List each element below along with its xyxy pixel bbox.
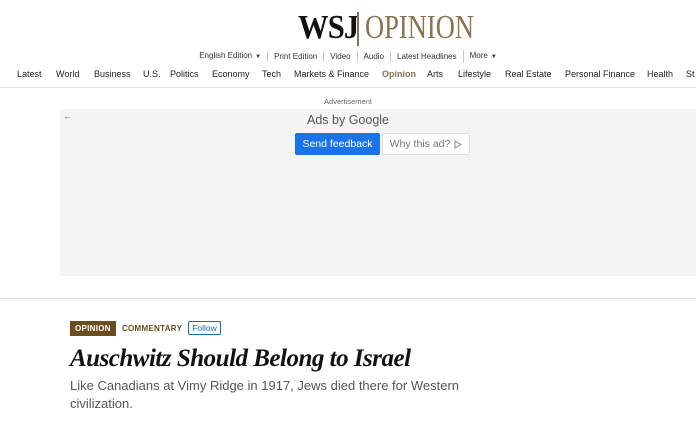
more-menu[interactable]: More ▼ [462, 49, 503, 63]
logo-divider [357, 12, 359, 46]
nav-item-us[interactable]: U.S. [143, 69, 161, 79]
article-headline: Auschwitz Should Belong to Israel [70, 345, 411, 372]
commentary-label[interactable]: COMMENTARY [122, 324, 182, 333]
nav-item-business[interactable]: Business [94, 69, 131, 79]
nav-item-health[interactable]: Health [647, 69, 673, 79]
nav-item-arts[interactable]: Arts [427, 69, 443, 79]
section-nav: Latest World Business U.S. Politics Econ… [0, 67, 696, 83]
ad-container: ← Ads by Google Send feedback Why this a… [60, 109, 696, 276]
opinion-badge[interactable]: OPINION [70, 320, 116, 336]
follow-button[interactable]: Follow [188, 321, 221, 335]
nav-item-personal-finance[interactable]: Personal Finance [565, 69, 635, 79]
play-triangle-icon [454, 139, 463, 149]
caret-down-icon: ▼ [490, 53, 497, 60]
video-link[interactable]: Video [323, 50, 356, 62]
nav-item-overflow[interactable]: St [686, 69, 695, 79]
article-dek: Like Canadians at Vimy Ridge in 1917, Je… [70, 378, 460, 411]
more-label: More [469, 50, 488, 60]
caret-down-icon: ▼ [255, 53, 262, 60]
send-feedback-button[interactable]: Send feedback [295, 133, 380, 155]
ad-label: Advertisement [324, 97, 372, 106]
nav-item-lifestyle[interactable]: Lifestyle [458, 69, 491, 79]
article-tags: OPINION COMMENTARY Follow [70, 320, 221, 336]
wsj-logo[interactable]: WSJ [298, 10, 359, 46]
nav-item-politics[interactable]: Politics [170, 69, 199, 79]
print-edition-link[interactable]: Print Edition [267, 50, 323, 62]
why-this-ad-label: Why this ad? [389, 138, 451, 150]
nav-item-markets[interactable]: Markets & Finance [294, 69, 369, 79]
nav-item-latest[interactable]: Latest [17, 69, 42, 79]
content-divider [0, 298, 696, 299]
nav-divider [0, 87, 696, 88]
google-brand: Google [348, 113, 389, 127]
edition-label: English Edition [199, 50, 253, 60]
utility-bar: English Edition ▼ Print Edition Video Aud… [0, 49, 696, 63]
opinion-logo[interactable]: OPINION [365, 10, 474, 46]
edition-selector[interactable]: English Edition ▼ [193, 50, 267, 63]
nav-item-economy[interactable]: Economy [212, 69, 250, 79]
nav-item-real-estate[interactable]: Real Estate [505, 69, 552, 79]
nav-item-opinion[interactable]: Opinion [382, 69, 416, 79]
nav-item-world[interactable]: World [56, 69, 79, 79]
latest-headlines-link[interactable]: Latest Headlines [390, 50, 463, 62]
why-this-ad-button[interactable]: Why this ad? [382, 133, 470, 155]
nav-item-tech[interactable]: Tech [262, 69, 281, 79]
audio-link[interactable]: Audio [356, 50, 390, 62]
ads-by-google: Ads by Google [60, 113, 636, 127]
ads-by-label: Ads by [306, 113, 346, 127]
masthead: WSJ OPINION [0, 8, 696, 48]
